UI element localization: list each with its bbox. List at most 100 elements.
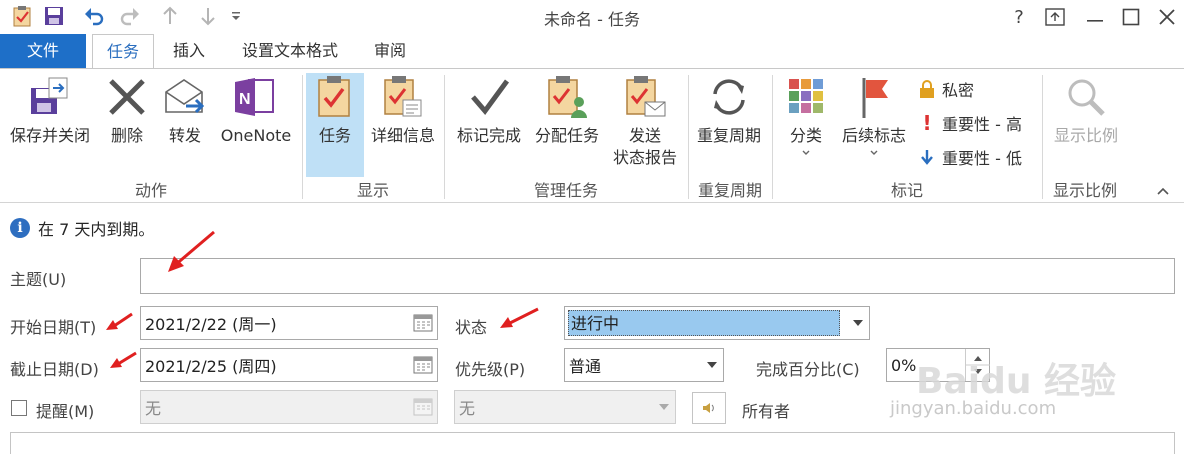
- tab-review[interactable]: 审阅: [362, 34, 418, 68]
- delete-label: 删除: [110, 126, 143, 145]
- categorize-button[interactable]: 分类: [780, 73, 832, 157]
- due-date-value: 2021/2/25 (周四): [145, 357, 277, 376]
- due-info-bar: i 在 7 天内到期。: [10, 216, 154, 240]
- reminder-date-value: 无: [145, 399, 162, 418]
- ribbon-tabs: 文件 任务 插入 设置文本格式 审阅: [0, 34, 1184, 69]
- lock-icon: [920, 80, 934, 98]
- importance-low-button[interactable]: 重要性 - 低: [918, 145, 1022, 169]
- maximize-button[interactable]: [1116, 4, 1146, 30]
- calendar-icon[interactable]: [413, 314, 433, 332]
- percent-complete-value: 0%: [891, 355, 917, 375]
- follow-up-button[interactable]: 后续标志: [836, 73, 912, 157]
- send-status-label-line2: 状态报告: [612, 148, 677, 167]
- save-close-button[interactable]: 保存并关闭: [4, 73, 96, 147]
- red-arrow-annotation: [106, 312, 133, 330]
- send-status-report-button[interactable]: 发送 状态报告: [606, 73, 684, 169]
- chevron-down-icon: [707, 362, 717, 368]
- reminder-time-select: 无: [454, 390, 676, 424]
- save-close-label: 保存并关闭: [9, 126, 90, 145]
- importance-low-label: 重要性 - 低: [942, 149, 1022, 168]
- group-label-zoom: 显示比例: [1052, 181, 1117, 200]
- group-label-tags: 标记: [890, 181, 923, 200]
- start-date-value: 2021/2/22 (周一): [145, 315, 277, 334]
- tab-format-text[interactable]: 设置文本格式: [228, 34, 352, 68]
- calendar-icon[interactable]: [413, 356, 433, 374]
- forward-label: 转发: [168, 126, 201, 145]
- tab-file[interactable]: 文件: [0, 34, 86, 68]
- forward-envelope-icon: [161, 73, 209, 121]
- ribbon-display-options-button[interactable]: [1040, 4, 1070, 30]
- chevron-down-icon: [870, 150, 878, 155]
- close-button[interactable]: [1152, 4, 1182, 30]
- subject-input[interactable]: [140, 258, 1175, 294]
- group-label-actions: 动作: [134, 181, 167, 200]
- onenote-icon: N: [232, 73, 280, 121]
- collapse-ribbon-icon[interactable]: [1156, 181, 1170, 200]
- save-close-icon: [26, 73, 74, 121]
- task-clipboard-icon: [311, 73, 359, 121]
- reminder-date-field: 无: [140, 390, 438, 424]
- task-view-label: 任务: [318, 126, 351, 145]
- assign-task-label: 分配任务: [534, 126, 599, 145]
- priority-value: 普通: [569, 357, 602, 376]
- red-arrow-annotation: [168, 230, 215, 272]
- private-label: 私密: [942, 81, 975, 100]
- baidu-watermark: Baidu 经验: [916, 361, 1117, 402]
- subject-label: 主题(U): [10, 270, 67, 289]
- priority-label: 优先级(P): [455, 360, 526, 379]
- reminder-checkbox[interactable]: [11, 400, 27, 416]
- status-label: 状态: [455, 318, 488, 337]
- magnifier-icon: [1062, 73, 1110, 121]
- recurrence-label: 重复周期: [696, 126, 761, 145]
- recurrence-icon: [705, 73, 753, 121]
- delete-button[interactable]: 删除: [102, 73, 152, 147]
- group-label-recurrence: 重复周期: [697, 181, 762, 200]
- zoom-button: 显示比例: [1046, 73, 1126, 147]
- down-arrow-icon: [921, 150, 933, 165]
- task-body-editor[interactable]: [10, 432, 1175, 454]
- recurrence-button[interactable]: 重复周期: [690, 73, 768, 147]
- baidu-watermark-url: jingyan.baidu.com: [890, 398, 1057, 419]
- due-date-field[interactable]: 2021/2/25 (周四): [140, 348, 438, 382]
- red-arrow-annotation: [110, 351, 137, 368]
- send-status-label: 发送 状态报告: [613, 125, 677, 169]
- status-value: 进行中: [568, 310, 840, 336]
- red-arrow-annotation: [500, 307, 539, 328]
- status-report-icon: [621, 73, 669, 121]
- chevron-down-icon: [853, 320, 863, 326]
- title-bar: 未命名 - 任务 ?: [0, 0, 1184, 34]
- flag-icon: [850, 73, 898, 121]
- tab-insert[interactable]: 插入: [162, 34, 216, 68]
- start-date-field[interactable]: 2021/2/22 (周一): [140, 306, 438, 340]
- onenote-button[interactable]: N OneNote: [214, 73, 298, 147]
- details-clipboard-icon: [379, 73, 427, 121]
- minimize-button[interactable]: [1080, 4, 1110, 30]
- send-status-label-line1: 发送: [628, 126, 661, 145]
- categorize-icon: [782, 73, 830, 121]
- details-label: 详细信息: [370, 126, 435, 145]
- percent-complete-label: 完成百分比(C): [756, 360, 860, 379]
- chevron-down-icon: [659, 404, 669, 410]
- private-button[interactable]: 私密: [918, 77, 974, 101]
- help-button[interactable]: ?: [1004, 4, 1034, 30]
- exclamation-icon: !: [922, 111, 932, 135]
- owner-label: 所有者: [742, 402, 791, 421]
- status-select[interactable]: 进行中: [564, 306, 870, 340]
- calendar-icon: [413, 398, 433, 416]
- forward-button[interactable]: 转发: [160, 73, 210, 147]
- assign-task-button[interactable]: 分配任务: [530, 73, 604, 147]
- mark-complete-button[interactable]: 标记完成: [450, 73, 528, 147]
- importance-high-label: 重要性 - 高: [942, 115, 1022, 134]
- chevron-down-icon: [802, 150, 810, 155]
- follow-up-label: 后续标志: [841, 126, 906, 145]
- priority-select[interactable]: 普通: [564, 348, 724, 382]
- info-icon: i: [10, 218, 30, 238]
- details-button[interactable]: 详细信息: [366, 73, 440, 147]
- ribbon: 保存并关闭 删除 转发 N OneNote 动作 任务 详细信息 显示 标记完成…: [0, 68, 1184, 203]
- onenote-label: OneNote: [220, 126, 292, 145]
- due-date-label: 截止日期(D): [10, 360, 99, 379]
- importance-high-button[interactable]: ! 重要性 - 高: [918, 111, 1022, 135]
- tab-task[interactable]: 任务: [92, 34, 154, 69]
- reminder-sound-button[interactable]: [692, 392, 726, 424]
- task-view-button[interactable]: 任务: [306, 73, 364, 177]
